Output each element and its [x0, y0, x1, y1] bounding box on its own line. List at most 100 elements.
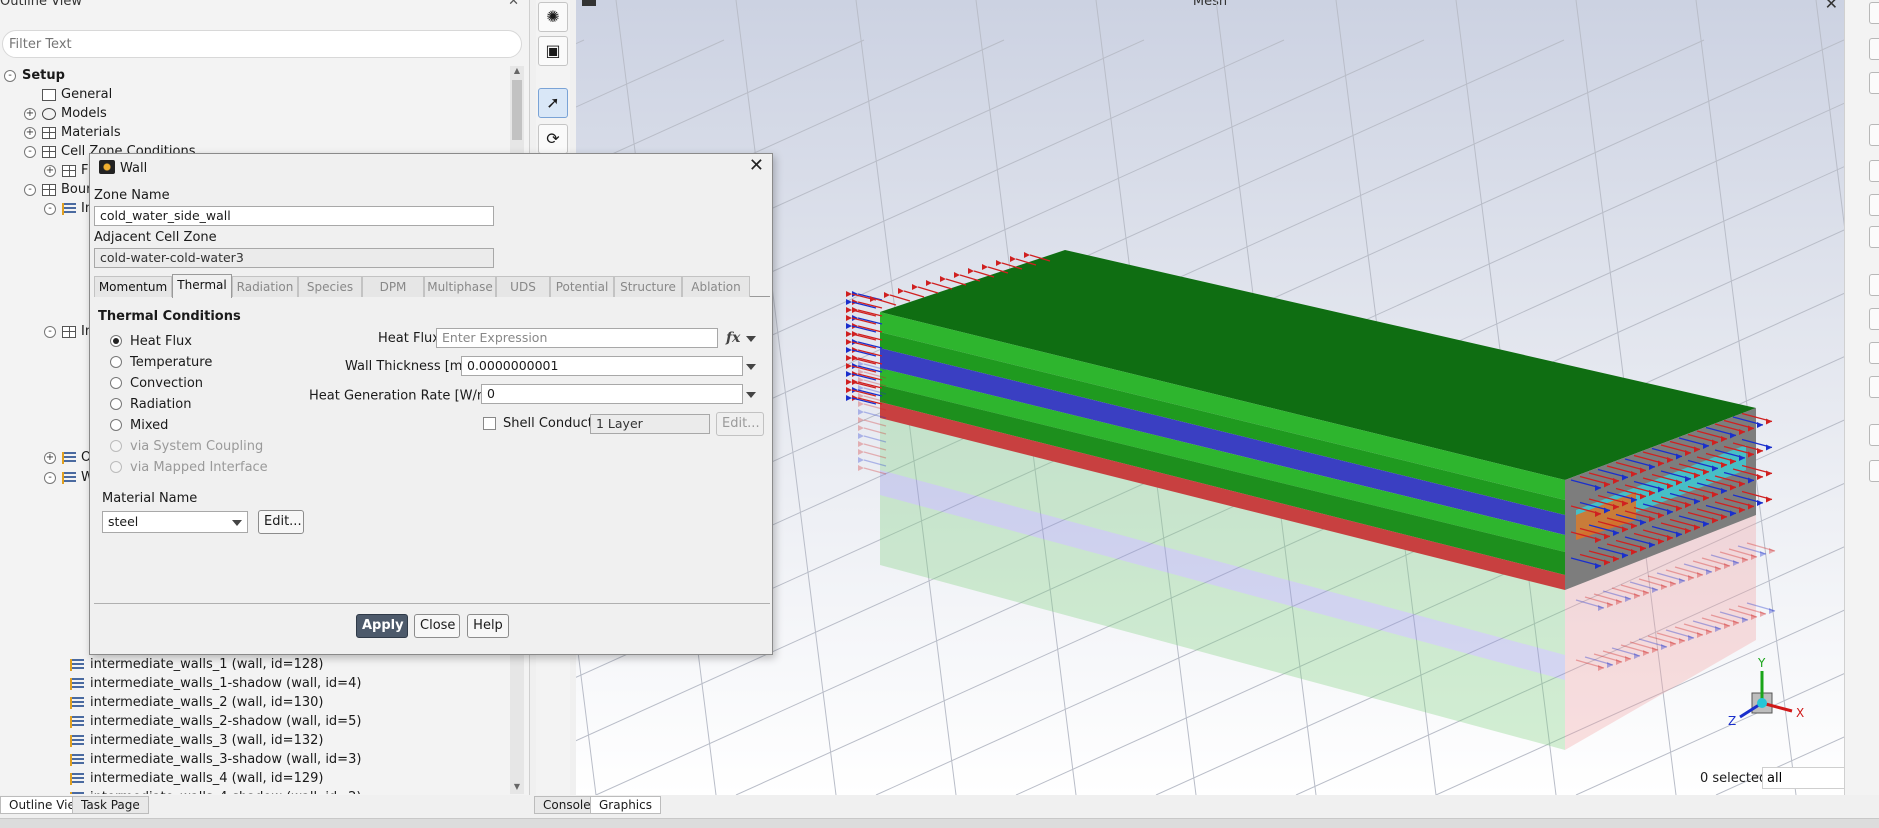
- tab-radiation[interactable]: Radiation: [232, 276, 298, 297]
- radio-indicator: [110, 398, 122, 410]
- toolbar-button[interactable]: [1869, 160, 1879, 182]
- help-button[interactable]: Help: [467, 614, 509, 638]
- tab-ablation[interactable]: Ablation: [682, 276, 750, 297]
- material-edit-button[interactable]: Edit...: [258, 510, 304, 534]
- collapse-icon[interactable]: -: [44, 325, 56, 338]
- close-button[interactable]: Close: [414, 614, 460, 638]
- toolbar-button[interactable]: [1869, 72, 1879, 94]
- wall-zone-label: intermediate_walls_2-shadow (wall, id=5): [90, 714, 362, 729]
- toolbar-button[interactable]: [1869, 376, 1879, 398]
- toolbar-button[interactable]: [1869, 38, 1879, 60]
- tab-dpm[interactable]: DPM: [362, 276, 424, 297]
- grid-icon: [42, 126, 56, 139]
- toolbar-button[interactable]: [1869, 308, 1879, 330]
- radio-indicator: [110, 419, 122, 431]
- tree-item[interactable]: + Models: [24, 104, 107, 123]
- wall-icon: [70, 772, 84, 785]
- collapse-icon[interactable]: -: [4, 69, 16, 82]
- toolbar-button[interactable]: [1869, 194, 1879, 216]
- collapse-icon[interactable]: -: [24, 145, 36, 158]
- tab-potential[interactable]: Potential: [550, 276, 614, 297]
- heat-flux-input[interactable]: Enter Expression: [436, 328, 718, 348]
- zone-name-input[interactable]: cold_water_side_wall: [94, 206, 494, 226]
- collapse-icon[interactable]: -: [24, 183, 36, 196]
- wall-zone-item[interactable]: intermediate_walls_2 (wall, id=130): [70, 693, 323, 712]
- expand-icon[interactable]: +: [44, 451, 56, 464]
- chevron-down-icon[interactable]: [232, 520, 242, 526]
- scroll-up-icon[interactable]: ▲: [510, 66, 524, 78]
- tab-momentum[interactable]: Momentum: [94, 276, 172, 297]
- toolbar-button[interactable]: [1869, 460, 1879, 482]
- radio-via-system-coupling[interactable]: via System Coupling: [110, 439, 263, 454]
- radio-label: Heat Flux: [130, 334, 192, 349]
- radio-via-mapped-interface[interactable]: via Mapped Interface: [110, 460, 268, 475]
- wall-tabs: Momentum Thermal Radiation Species DPM Multip…: [94, 274, 770, 298]
- tab-structure[interactable]: Structure: [614, 276, 682, 297]
- expand-icon[interactable]: +: [24, 126, 36, 139]
- tab-multiphase[interactable]: Multiphase: [424, 276, 496, 297]
- radio-temperature[interactable]: Temperature: [110, 355, 212, 370]
- scrollbar-thumb[interactable]: [512, 80, 522, 140]
- divider: [94, 603, 770, 604]
- chevron-down-icon[interactable]: [746, 364, 756, 370]
- close-icon[interactable]: ✕: [749, 157, 764, 175]
- radio-mixed[interactable]: Mixed: [110, 418, 168, 433]
- wall-zone-label: intermediate_walls_4 (wall, id=129): [90, 771, 324, 786]
- chevron-down-icon[interactable]: [746, 392, 756, 398]
- tree-item[interactable]: General: [24, 85, 112, 104]
- wall-icon: [62, 202, 76, 215]
- tab-graphics[interactable]: Graphics: [590, 796, 661, 814]
- toolbar-button[interactable]: [1869, 2, 1879, 24]
- radio-indicator: [110, 356, 122, 368]
- expand-icon[interactable]: +: [24, 107, 36, 120]
- radio-radiation[interactable]: Radiation: [110, 397, 191, 412]
- radio-indicator: [110, 440, 122, 452]
- tab-thermal[interactable]: Thermal: [172, 274, 232, 298]
- tree-item[interactable]: + Materials: [24, 123, 121, 142]
- rotate-icon[interactable]: ⟳: [538, 124, 568, 154]
- grid-icon: [42, 145, 56, 158]
- radio-label: Mixed: [130, 418, 169, 433]
- radio-convection[interactable]: Convection: [110, 376, 203, 391]
- material-select[interactable]: steel: [102, 511, 248, 533]
- wall-zone-item[interactable]: intermediate_walls_1-shadow (wall, id=4): [70, 674, 361, 693]
- expand-icon[interactable]: +: [44, 164, 56, 177]
- fx-icon[interactable]: fx: [726, 330, 740, 346]
- radio-heat-flux[interactable]: Heat Flux: [110, 334, 192, 349]
- apply-button[interactable]: Apply: [356, 614, 408, 638]
- wall-zone-item[interactable]: intermediate_walls_4 (wall, id=129): [70, 769, 323, 788]
- toolbar-button[interactable]: [1869, 274, 1879, 296]
- adjacent-cell-zone-label: Adjacent Cell Zone: [94, 230, 217, 245]
- wall-thickness-input[interactable]: 0.0000000001: [461, 356, 743, 376]
- wall-zone-item[interactable]: intermediate_walls_2-shadow (wall, id=5): [70, 712, 361, 731]
- heat-generation-rate-input[interactable]: 0: [481, 384, 743, 404]
- radio-indicator: [110, 461, 122, 473]
- collapse-icon[interactable]: -: [44, 471, 56, 484]
- tab-uds[interactable]: UDS: [496, 276, 550, 297]
- shell-conduction-checkbox[interactable]: [483, 417, 496, 430]
- toolbar-button[interactable]: [1869, 124, 1879, 146]
- filter-text-input[interactable]: [2, 30, 522, 58]
- selection-count: 0 selected: [1700, 771, 1768, 786]
- pointer-icon[interactable]: ➚: [538, 88, 568, 118]
- wall-zone-item[interactable]: intermediate_walls_1 (wall, id=128): [70, 655, 323, 674]
- view-box-icon[interactable]: ▣: [538, 36, 568, 66]
- tab-task-page[interactable]: Task Page: [72, 796, 149, 814]
- status-bar: [0, 818, 1879, 828]
- toolbar-button[interactable]: [1869, 424, 1879, 446]
- wall-zone-item[interactable]: intermediate_walls_3 (wall, id=132): [70, 731, 323, 750]
- wall-zone-item[interactable]: intermediate_walls_4-shadow (wall, id=2): [70, 788, 361, 794]
- shell-edit-button[interactable]: Edit...: [716, 412, 764, 436]
- adjacent-cell-zone-field: cold-water-cold-water3: [94, 248, 494, 268]
- tab-species[interactable]: Species: [298, 276, 362, 297]
- toolbar-button[interactable]: [1869, 226, 1879, 248]
- selection-filter-input[interactable]: [1762, 767, 1844, 789]
- scroll-down-icon[interactable]: ▼: [510, 782, 524, 794]
- chevron-down-icon[interactable]: [746, 336, 756, 342]
- mesh-display-icon[interactable]: ✺: [538, 2, 568, 32]
- close-icon[interactable]: ✕: [508, 0, 519, 9]
- toolbar-button[interactable]: [1869, 342, 1879, 364]
- tree-item[interactable]: - Setup: [4, 66, 65, 85]
- wall-zone-item[interactable]: intermediate_walls_3-shadow (wall, id=3): [70, 750, 361, 769]
- collapse-icon[interactable]: -: [44, 202, 56, 215]
